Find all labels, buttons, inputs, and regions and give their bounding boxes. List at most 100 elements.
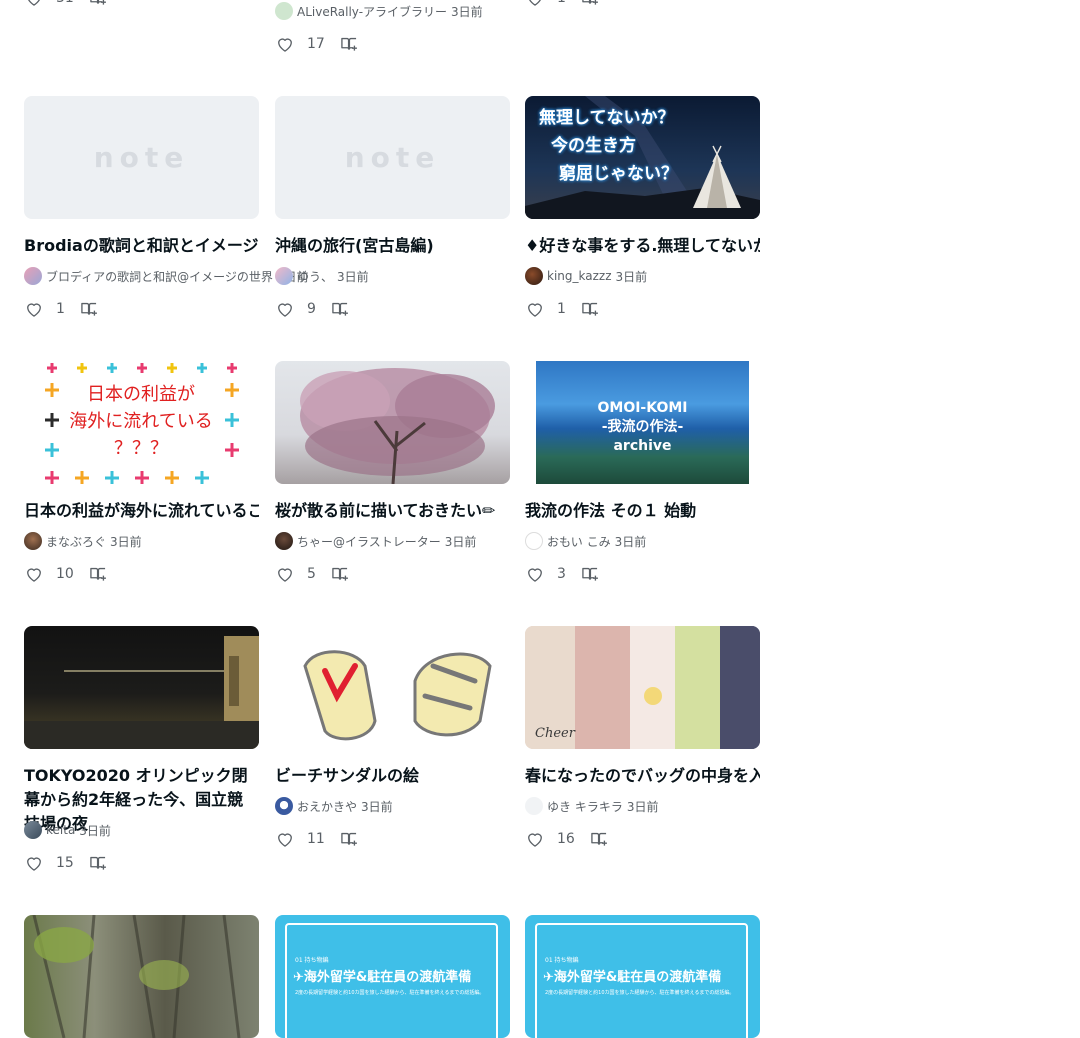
card-actions: 17 [275, 32, 359, 56]
like-heart-icon[interactable] [525, 829, 545, 849]
like-heart-icon[interactable] [24, 564, 44, 584]
add-to-magazine-icon[interactable] [330, 564, 350, 584]
card-title[interactable]: 桜が散る前に描いておきたい✏ [275, 499, 510, 523]
cherry-blossom-tree-illustration [300, 368, 495, 484]
author-avatar[interactable] [24, 532, 42, 550]
thumbnail-caption: 01 持ち物編 [545, 957, 579, 964]
author-name[interactable]: ちゃー@イラストレーター [297, 533, 441, 550]
card-actions: 15 [24, 851, 108, 875]
thumbnail-caption-line: archive [613, 438, 672, 454]
thumbnail-caption-line: 海外に流れている [69, 411, 213, 432]
like-heart-icon[interactable] [275, 564, 295, 584]
card-actions: 1 [24, 297, 99, 321]
author-avatar[interactable] [275, 797, 293, 815]
author-avatar[interactable] [24, 821, 42, 839]
author-name[interactable]: ALiveRally-アライブラリー [297, 3, 447, 20]
mossy-rock-illustration [32, 915, 241, 1038]
author-name[interactable]: ブロディアの歌詞と和訳@イメージの世界 [46, 268, 273, 285]
card-thumbnail-image[interactable] [275, 361, 510, 484]
like-heart-icon[interactable] [525, 299, 545, 319]
card-thumbnail-image[interactable] [275, 626, 510, 749]
like-heart-icon[interactable] [525, 564, 545, 584]
card-byline: keita 3日前 [24, 821, 111, 839]
author-name[interactable]: おもい こみ [547, 533, 611, 550]
card-thumbnail-placeholder[interactable]: note [24, 96, 259, 219]
add-to-magazine-icon[interactable] [88, 564, 108, 584]
add-to-magazine-icon[interactable] [79, 299, 99, 319]
card-thumbnail-image[interactable]: 日本の利益が 海外に流れている ？？？ [24, 361, 259, 484]
author-name[interactable]: ゆう、 [297, 268, 333, 285]
author-avatar[interactable] [525, 532, 543, 550]
card-byline: ALiveRally-アライブラリー 3日前 [275, 2, 483, 20]
card-thumbnail-image[interactable]: 01 持ち物編 ✈海外留学&駐在員の渡航準備 2度の長期留学経験と約10カ国を旅… [275, 915, 510, 1038]
author-avatar[interactable] [525, 797, 543, 815]
card-title[interactable]: 日本の利益が海外に流れていることについて [24, 499, 259, 523]
thumbnail-caption-line: 今の生き方 [551, 136, 636, 156]
thumbnail-caption-line: OMOI-KOMI [597, 400, 688, 416]
thumbnail-caption-line: ？？？ [114, 438, 168, 459]
like-count: 1 [557, 0, 566, 6]
like-heart-icon[interactable] [525, 0, 545, 8]
author-avatar[interactable] [275, 2, 293, 20]
add-to-magazine-icon[interactable] [339, 829, 359, 849]
thumbnail-caption-line: -我流の作法- [601, 419, 684, 435]
like-heart-icon[interactable] [275, 34, 295, 54]
post-time: 3日前 [451, 4, 483, 19]
author-avatar[interactable] [24, 267, 42, 285]
add-to-magazine-icon[interactable] [330, 299, 350, 319]
card-thumbnail-image[interactable]: 無理してないか？ 今の生き方 窮屈じゃない？ [525, 96, 760, 219]
thumbnail-caption: 01 持ち物編 [295, 957, 329, 964]
like-heart-icon[interactable] [275, 829, 295, 849]
like-heart-icon[interactable] [24, 853, 44, 873]
author-avatar[interactable] [525, 267, 543, 285]
author-avatar[interactable] [275, 267, 293, 285]
card-thumbnail-image[interactable]: Cheer [525, 626, 760, 749]
add-to-magazine-icon[interactable] [88, 0, 108, 8]
card-byline: king_kazzz 3日前 [525, 267, 647, 285]
add-to-magazine-icon[interactable] [580, 0, 600, 8]
beach-sandal-illustration [303, 650, 492, 741]
add-to-magazine-icon[interactable] [580, 564, 600, 584]
add-to-magazine-icon[interactable] [88, 853, 108, 873]
card-actions: 10 [24, 562, 108, 586]
card-byline: ゆう、 3日前 [275, 267, 369, 285]
card-thumbnail-placeholder[interactable]: note [275, 96, 510, 219]
post-time: 3日前 [444, 534, 477, 549]
thumbnail-caption: ✈海外留学&駐在員の渡航準備 [293, 970, 472, 985]
thumbnail-caption: Cheer [535, 726, 575, 741]
card-actions: 16 [525, 827, 609, 851]
thumbnail-caption: ✈海外留学&駐在員の渡航準備 [543, 970, 722, 985]
card-title[interactable]: 我流の作法 その１ 始動 [525, 499, 760, 523]
add-to-magazine-icon[interactable] [580, 299, 600, 319]
like-count: 10 [56, 566, 74, 582]
thumbnail-caption-line: 無理してないか？ [539, 108, 675, 128]
card-title[interactable]: ビーチサンダルの絵 [275, 764, 510, 788]
card-byline: おもい こみ 3日前 [525, 532, 646, 550]
like-count: 5 [307, 566, 316, 582]
like-heart-icon[interactable] [24, 0, 44, 8]
author-name[interactable]: おえかきや [297, 798, 357, 815]
card-thumbnail-image[interactable]: OMOI-KOMI -我流の作法- archive [525, 361, 760, 484]
card-title[interactable]: 沖縄の旅行(宮古島編) [275, 234, 510, 258]
card-byline: ちゃー@イラストレーター 3日前 [275, 532, 476, 550]
author-name[interactable]: keita [46, 823, 75, 837]
author-name[interactable]: まなぶろぐ [46, 533, 106, 550]
author-name[interactable]: ゆき キラキラ [547, 798, 623, 815]
card-title[interactable]: Brodiaの歌詞と和訳とイメージの世界 [24, 234, 259, 258]
thumbnail-caption: 日本の利益が 海外に流れている ？？？ [66, 381, 216, 462]
post-time: 3日前 [110, 534, 142, 549]
add-to-magazine-icon[interactable] [589, 829, 609, 849]
card-title[interactable]: ♦好きな事をする.無理してないかい？♦ [525, 234, 760, 258]
like-heart-icon[interactable] [275, 299, 295, 319]
card-title[interactable]: 春になったのでバッグの中身を入れ替えた [525, 764, 760, 788]
post-time: 3日前 [337, 269, 369, 284]
like-heart-icon[interactable] [24, 299, 44, 319]
card-thumbnail-image[interactable]: 01 持ち物編 ✈海外留学&駐在員の渡航準備 2度の長期留学経験と約10カ国を旅… [525, 915, 760, 1038]
thumbnail-caption-line: 窮屈じゃない？ [559, 164, 678, 184]
card-thumbnail-image[interactable] [24, 915, 259, 1038]
card-thumbnail-image[interactable] [24, 626, 259, 749]
add-to-magazine-icon[interactable] [339, 34, 359, 54]
note-logo: note [344, 140, 441, 174]
author-avatar[interactable] [275, 532, 293, 550]
author-name[interactable]: king_kazzz [547, 269, 612, 283]
